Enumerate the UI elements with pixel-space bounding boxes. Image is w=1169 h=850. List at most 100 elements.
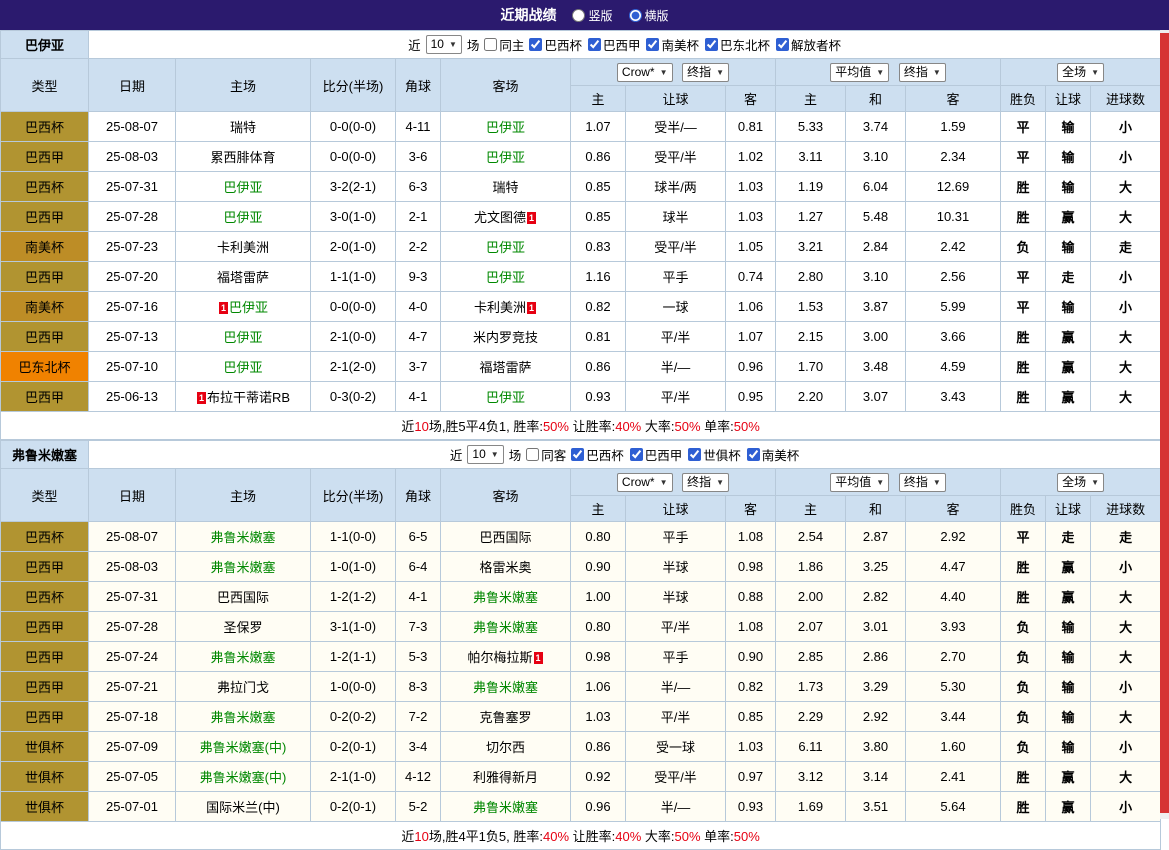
team-link[interactable]: 克鲁塞罗: [479, 710, 531, 725]
league-checkbox[interactable]: [688, 448, 701, 461]
view-mode-horizontal[interactable]: 横版: [629, 7, 669, 24]
home-team[interactable]: 1巴伊亚: [176, 292, 311, 322]
team-link[interactable]: 巴伊亚: [223, 360, 262, 375]
team-link[interactable]: 利雅得新月: [473, 770, 538, 785]
league-checkbox[interactable]: [588, 38, 601, 51]
away-team[interactable]: 弗鲁米嫩塞: [441, 582, 571, 612]
away-team[interactable]: 克鲁塞罗: [441, 702, 571, 732]
home-team[interactable]: 瑞特: [176, 112, 311, 142]
league-checkbox[interactable]: [646, 38, 659, 51]
home-team[interactable]: 弗鲁米嫩塞(中): [176, 732, 311, 762]
team-link[interactable]: 格雷米奥: [479, 560, 531, 575]
team-link[interactable]: 卡利美洲: [217, 240, 269, 255]
team-link[interactable]: 瑞特: [492, 180, 518, 195]
asia-company-select[interactable]: Crow*▼: [617, 63, 673, 82]
team-link[interactable]: 弗鲁米嫩塞: [473, 620, 538, 635]
team-link[interactable]: 圣保罗: [223, 620, 262, 635]
team-link[interactable]: 巴西国际: [217, 590, 269, 605]
team-link[interactable]: 尤文图德: [474, 210, 526, 225]
home-team[interactable]: 1布拉干蒂诺RB: [176, 382, 311, 412]
team-link[interactable]: 弗鲁米嫩塞(中): [200, 740, 287, 755]
team-link[interactable]: 巴伊亚: [486, 390, 525, 405]
home-team[interactable]: 巴伊亚: [176, 172, 311, 202]
same-venue-filter[interactable]: 同客: [526, 445, 566, 464]
league-filter[interactable]: 巴西杯: [571, 445, 624, 464]
league-filter[interactable]: 巴东北杯: [705, 35, 770, 54]
team-link[interactable]: 巴西国际: [479, 530, 531, 545]
team-link[interactable]: 弗鲁米嫩塞(中): [200, 770, 287, 785]
away-team[interactable]: 弗鲁米嫩塞: [441, 672, 571, 702]
away-team[interactable]: 巴西国际: [441, 522, 571, 552]
same-venue-checkbox[interactable]: [526, 448, 539, 461]
result-period-select[interactable]: 全场▼: [1057, 473, 1104, 492]
asia-time-select[interactable]: 终指▼: [682, 473, 729, 492]
vertical-scrollbar[interactable]: [1160, 30, 1169, 819]
league-checkbox[interactable]: [747, 448, 760, 461]
league-filter[interactable]: 世俱杯: [688, 445, 741, 464]
team-link[interactable]: 弗鲁米嫩塞: [210, 650, 275, 665]
asia-time-select[interactable]: 终指▼: [682, 63, 729, 82]
away-team[interactable]: 巴伊亚: [441, 382, 571, 412]
league-filter[interactable]: 南美杯: [747, 445, 800, 464]
league-checkbox[interactable]: [776, 38, 789, 51]
team-link[interactable]: 弗鲁米嫩塞: [210, 530, 275, 545]
same-venue-filter[interactable]: 同主: [484, 35, 524, 54]
away-team[interactable]: 巴伊亚: [441, 232, 571, 262]
home-team[interactable]: 弗鲁米嫩塞(中): [176, 762, 311, 792]
home-team[interactable]: 巴伊亚: [176, 322, 311, 352]
team-link[interactable]: 巴伊亚: [229, 300, 268, 315]
same-venue-checkbox[interactable]: [484, 38, 497, 51]
home-team[interactable]: 卡利美洲: [176, 232, 311, 262]
euro-time-select[interactable]: 终指▼: [899, 473, 946, 492]
league-filter[interactable]: 南美杯: [646, 35, 699, 54]
vertical-radio[interactable]: [572, 9, 585, 22]
team-link[interactable]: 福塔雷萨: [479, 360, 531, 375]
home-team[interactable]: 国际米兰(中): [176, 792, 311, 822]
home-team[interactable]: 巴伊亚: [176, 202, 311, 232]
recent-count-select[interactable]: 10▼: [426, 35, 462, 54]
team-link[interactable]: 国际米兰(中): [206, 800, 280, 815]
team-link[interactable]: 巴伊亚: [486, 150, 525, 165]
team-link[interactable]: 巴伊亚: [486, 120, 525, 135]
away-team[interactable]: 帕尔梅拉斯1: [441, 642, 571, 672]
away-team[interactable]: 卡利美洲1: [441, 292, 571, 322]
home-team[interactable]: 累西腓体育: [176, 142, 311, 172]
euro-company-select[interactable]: 平均值▼: [830, 473, 889, 492]
asia-company-select[interactable]: Crow*▼: [617, 473, 673, 492]
team-link[interactable]: 米内罗竞技: [473, 330, 538, 345]
team-link[interactable]: 巴伊亚: [486, 270, 525, 285]
away-team[interactable]: 巴伊亚: [441, 262, 571, 292]
away-team[interactable]: 格雷米奥: [441, 552, 571, 582]
team-link[interactable]: 巴伊亚: [223, 180, 262, 195]
away-team[interactable]: 巴伊亚: [441, 112, 571, 142]
team-link[interactable]: 累西腓体育: [210, 150, 275, 165]
euro-company-select[interactable]: 平均值▼: [830, 63, 889, 82]
league-filter[interactable]: 巴西杯: [529, 35, 582, 54]
away-team[interactable]: 瑞特: [441, 172, 571, 202]
recent-count-select[interactable]: 10▼: [467, 445, 503, 464]
euro-time-select[interactable]: 终指▼: [899, 63, 946, 82]
home-team[interactable]: 弗鲁米嫩塞: [176, 522, 311, 552]
league-checkbox[interactable]: [630, 448, 643, 461]
team-link[interactable]: 卡利美洲: [474, 300, 526, 315]
away-team[interactable]: 利雅得新月: [441, 762, 571, 792]
home-team[interactable]: 弗鲁米嫩塞: [176, 642, 311, 672]
team-link[interactable]: 巴伊亚: [223, 210, 262, 225]
home-team[interactable]: 弗拉门戈: [176, 672, 311, 702]
home-team[interactable]: 弗鲁米嫩塞: [176, 702, 311, 732]
away-team[interactable]: 切尔西: [441, 732, 571, 762]
away-team[interactable]: 巴伊亚: [441, 142, 571, 172]
league-checkbox[interactable]: [705, 38, 718, 51]
horizontal-radio[interactable]: [629, 9, 642, 22]
team-link[interactable]: 巴伊亚: [223, 330, 262, 345]
team-link[interactable]: 瑞特: [230, 120, 256, 135]
result-period-select[interactable]: 全场▼: [1057, 63, 1104, 82]
away-team[interactable]: 福塔雷萨: [441, 352, 571, 382]
home-team[interactable]: 福塔雷萨: [176, 262, 311, 292]
league-checkbox[interactable]: [571, 448, 584, 461]
view-mode-vertical[interactable]: 竖版: [572, 7, 612, 24]
team-link[interactable]: 帕尔梅拉斯: [467, 650, 532, 665]
team-link[interactable]: 弗拉门戈: [217, 680, 269, 695]
team-link[interactable]: 弗鲁米嫩塞: [473, 800, 538, 815]
league-checkbox[interactable]: [529, 38, 542, 51]
